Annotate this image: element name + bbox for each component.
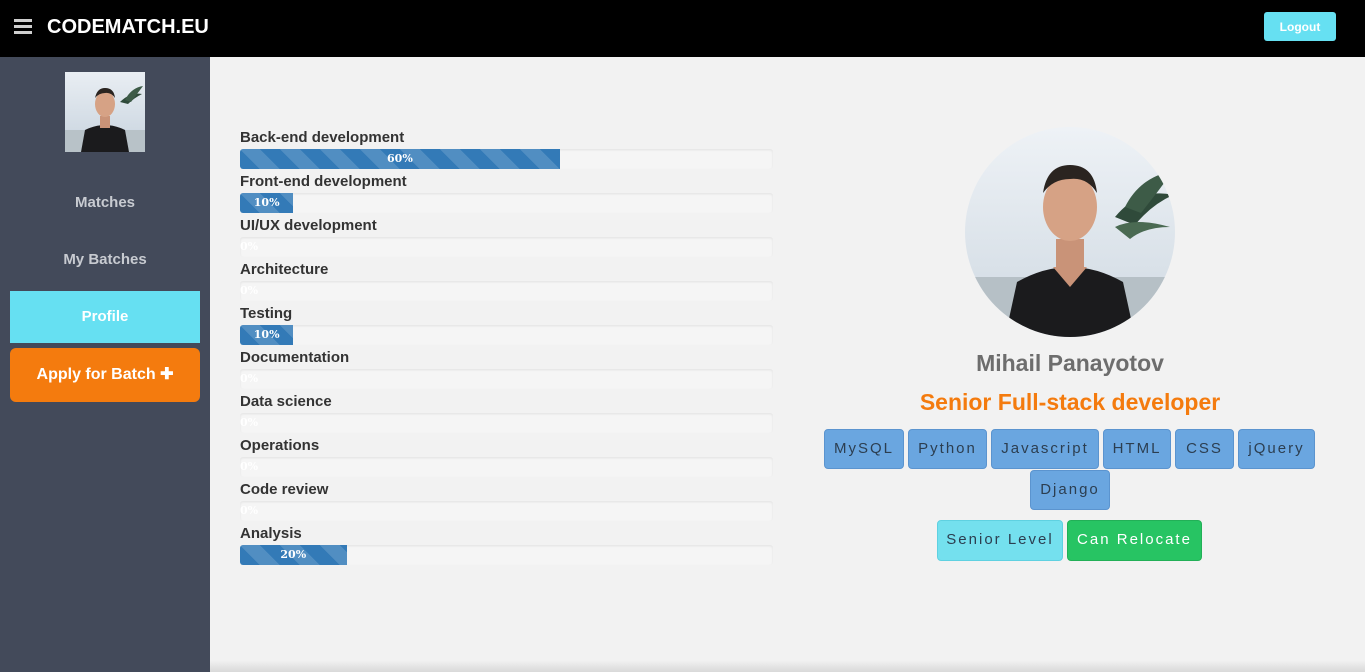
skill-progress-bar: 0% [240, 237, 773, 257]
skill-label: Back-end development [240, 129, 405, 146]
skill-label: Architecture [240, 261, 329, 278]
tech-tag: CSS [1175, 429, 1234, 469]
skill-percent-label: 0% [240, 284, 259, 297]
can-relocate-badge: Can Relocate [1067, 520, 1202, 561]
skill-item: Front-end development 10% [240, 173, 773, 217]
skill-item: Architecture 0% [240, 261, 773, 305]
tech-tag: jQuery [1238, 429, 1315, 469]
skill-progress-bar: 0% [240, 281, 773, 301]
skill-label: Analysis [240, 525, 302, 542]
skill-item: Data science 0% [240, 393, 773, 437]
sidebar-avatar[interactable] [65, 72, 145, 152]
logout-button[interactable]: Logout [1264, 12, 1336, 41]
skill-percent-label: 20% [280, 548, 307, 561]
profile-photo-icon [965, 127, 1175, 337]
skill-label: Front-end development [240, 173, 407, 190]
skill-percent-label: 0% [240, 460, 259, 473]
tech-tag: MySQL [824, 429, 904, 469]
skill-label: Data science [240, 393, 332, 410]
skill-progress-bar: 0% [240, 457, 773, 477]
profile-title: Senior Full-stack developer [919, 389, 1221, 415]
skill-label: Operations [240, 437, 320, 454]
profile-photo [965, 127, 1175, 337]
skill-item: Operations 0% [240, 437, 773, 481]
skill-percent-label: 0% [240, 240, 259, 253]
skill-label: Code review [240, 481, 329, 498]
skill-item: UI/UX development 0% [240, 217, 773, 261]
profile-name: Mihail Panayotov [976, 350, 1164, 376]
skill-percent-label: 0% [240, 416, 259, 429]
skill-label: UI/UX development [240, 217, 377, 234]
tech-tag: Javascript [991, 429, 1099, 469]
tech-tag: Django [1030, 470, 1110, 510]
skill-progress-bar: 10% [240, 325, 773, 345]
sidebar: Matches My Batches Profile Apply for Bat… [0, 57, 210, 672]
hamburger-menu-icon[interactable] [14, 19, 32, 34]
skill-percent-label: 0% [240, 372, 259, 385]
sidebar-item-my-batches[interactable]: My Batches [10, 251, 200, 268]
skill-progress-bar: 0% [240, 369, 773, 389]
skill-item: Back-end development 60% [240, 129, 773, 173]
sidebar-item-matches[interactable]: Matches [10, 194, 200, 211]
skill-percent-label: 0% [240, 504, 259, 517]
skill-progress-bar: 20% [240, 545, 773, 565]
skill-item: Testing 10% [240, 305, 773, 349]
skill-item: Documentation 0% [240, 349, 773, 393]
avatar-photo-icon [65, 72, 145, 152]
skill-percent-label: 10% [253, 196, 280, 209]
tech-tag: Python [908, 429, 987, 469]
skill-item: Analysis 20% [240, 525, 773, 569]
skill-progress-bar: 0% [240, 413, 773, 433]
tech-tag: HTML [1103, 429, 1171, 469]
bottom-shadow [210, 660, 1365, 672]
skill-progress-bar: 0% [240, 501, 773, 521]
skill-percent-label: 60% [387, 152, 413, 165]
brand-logo-text[interactable]: CODEMATCH.EU [47, 16, 209, 39]
skill-progress-bar: 10% [240, 193, 773, 213]
skill-label: Documentation [240, 349, 350, 366]
skill-label: Testing [240, 305, 293, 322]
sidebar-item-profile[interactable]: Profile [10, 291, 200, 343]
apply-for-batch-button[interactable]: Apply for Batch ✚ [10, 348, 200, 402]
skill-item: Code review 0% [240, 481, 773, 525]
skill-percent-label: 10% [253, 328, 280, 341]
skill-progress-bar: 60% [240, 149, 773, 169]
senior-level-badge: Senior Level [937, 520, 1063, 561]
top-navbar: CODEMATCH.EU Logout [0, 0, 1365, 57]
